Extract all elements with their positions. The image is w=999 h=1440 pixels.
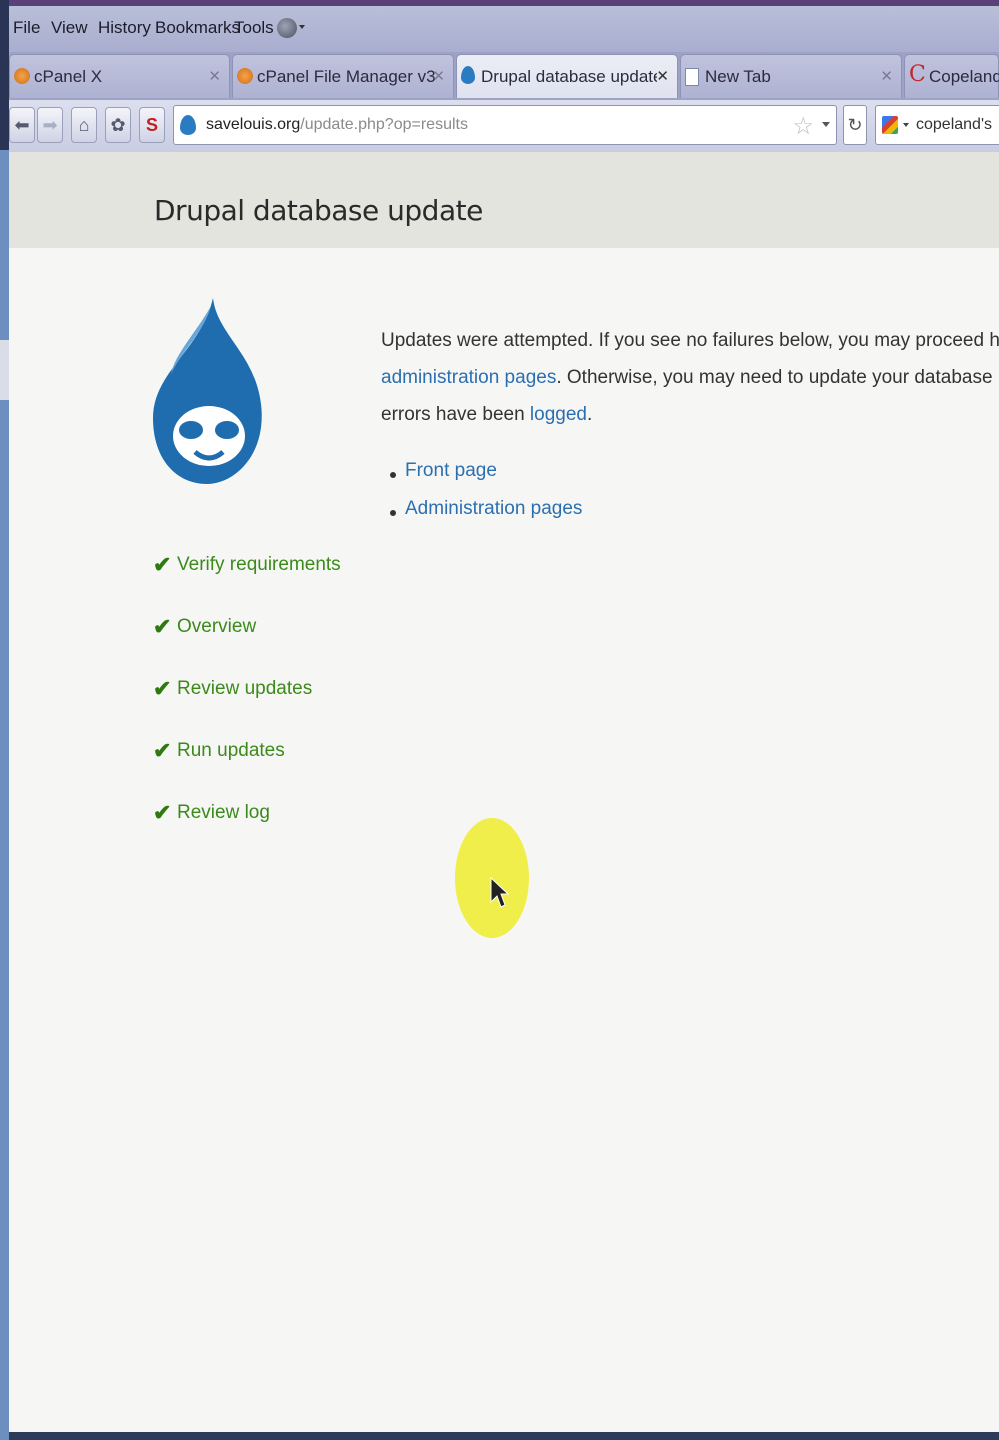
step-label: Review log: [177, 802, 270, 823]
google-icon[interactable]: [882, 116, 898, 134]
desktop-edge-strip: [0, 340, 9, 370]
mouse-pointer-icon: [490, 876, 509, 908]
blank-page-icon: [685, 68, 699, 86]
sj-addon-button[interactable]: S: [139, 107, 165, 143]
check-icon: ✔: [153, 800, 172, 825]
menu-bar: File View History Bookmarks Tools: [9, 6, 999, 52]
check-icon: ✔: [153, 552, 172, 577]
close-icon[interactable]: ✕: [880, 67, 893, 85]
drupal-drop-icon: [461, 66, 475, 84]
forward-button[interactable]: ➡: [37, 107, 63, 143]
menu-bookmarks[interactable]: Bookmarks: [155, 18, 240, 38]
cpanel-icon: [14, 68, 30, 84]
check-icon: ✔: [153, 614, 172, 639]
search-input[interactable]: copeland's: [916, 116, 992, 134]
menu-view[interactable]: View: [51, 18, 88, 38]
home-icon: ⌂: [78, 115, 90, 135]
browser-window: File View History Bookmarks Tools cPanel…: [9, 0, 999, 1440]
close-icon[interactable]: ✕: [208, 67, 221, 85]
tab-label: Drupal database update | ...: [481, 67, 657, 86]
navigation-toolbar: ⬅ ➡ ⌂ ✿ S savelouis.org/update.php?op=re…: [9, 100, 999, 154]
front-page-link[interactable]: Front page: [405, 460, 497, 481]
administration-pages-list-link[interactable]: Administration pages: [405, 498, 582, 519]
addon-dropdown-icon[interactable]: [299, 25, 305, 29]
check-icon: ✔: [153, 738, 172, 763]
menu-file[interactable]: File: [13, 18, 40, 38]
menu-tools[interactable]: Tools: [234, 18, 274, 38]
desktop-edge: [0, 150, 9, 1440]
window-bottom-edge: [9, 1432, 999, 1440]
step-label: Overview: [177, 616, 257, 637]
tab-bar: cPanel X ✕ cPanel File Manager v3 ✕ Drup…: [9, 52, 999, 100]
back-arrow-icon: ⬅: [14, 115, 30, 135]
cpanel-icon: [237, 68, 253, 84]
tab-cpanel-file-manager[interactable]: cPanel File Manager v3 ✕: [232, 54, 454, 98]
page-header: Drupal database update: [9, 152, 999, 248]
home-button[interactable]: ⌂: [71, 107, 97, 143]
message-text: errors have been: [381, 404, 530, 425]
list-item: Administration pages: [385, 498, 582, 536]
update-results-message: Updates were attempted. If you see no fa…: [381, 322, 999, 433]
step-label: Verify requirements: [177, 554, 341, 575]
sj-addon-icon: S: [145, 115, 158, 135]
tab-label: cPanel File Manager v3: [257, 67, 436, 86]
tab-cpanel[interactable]: cPanel X ✕: [9, 54, 230, 98]
administration-pages-link[interactable]: administration pages: [381, 367, 556, 388]
menu-history[interactable]: History: [98, 18, 151, 38]
addon-icon[interactable]: [277, 18, 297, 38]
drupal-drop-icon: [180, 115, 196, 135]
page-title: Drupal database update: [154, 194, 483, 227]
step-label: Run updates: [177, 740, 285, 761]
logged-link[interactable]: logged: [530, 404, 587, 425]
search-engine-dropdown-icon[interactable]: [903, 123, 909, 127]
tab-new-tab[interactable]: New Tab ✕: [680, 54, 902, 98]
message-text: . Otherwise, you may need to update your…: [556, 367, 999, 388]
url-domain: savelouis.org: [206, 116, 301, 133]
reload-icon: ↻: [847, 115, 863, 135]
message-text: Updates were attempted. If you see no fa…: [381, 330, 999, 351]
back-button[interactable]: ⬅: [9, 107, 35, 143]
tab-copelands[interactable]: C Copeland's: [904, 54, 999, 98]
message-text: .: [586, 404, 593, 425]
forward-arrow-icon: ➡: [42, 115, 58, 135]
copeland-c-icon: C: [909, 62, 926, 87]
search-bar[interactable]: copeland's: [875, 105, 999, 145]
addon-button[interactable]: ✿: [105, 107, 131, 143]
tab-label: Copeland's: [929, 67, 999, 86]
close-icon[interactable]: ✕: [656, 67, 669, 85]
address-bar[interactable]: savelouis.org/update.php?op=results ☆: [173, 105, 837, 145]
bookmark-star-icon[interactable]: ☆: [792, 112, 814, 141]
list-item: Front page: [385, 460, 582, 498]
check-icon: ✔: [153, 676, 172, 701]
reload-button[interactable]: ↻: [843, 105, 867, 145]
url-history-dropdown-icon[interactable]: [822, 122, 830, 127]
url-text[interactable]: savelouis.org/update.php?op=results: [206, 116, 468, 134]
tab-label: cPanel X: [34, 67, 103, 86]
result-links: Front page Administration pages: [385, 460, 582, 536]
puzzle-icon: ✿: [110, 115, 126, 135]
desktop-edge-strip: [0, 370, 9, 400]
close-icon[interactable]: ✕: [432, 67, 445, 85]
tab-label: New Tab: [705, 67, 771, 86]
drupal-logo-icon: [153, 298, 262, 484]
step-label: Review updates: [177, 678, 313, 699]
tab-drupal-update[interactable]: Drupal database update | ... ✕: [456, 54, 678, 98]
url-path: /update.php?op=results: [300, 116, 468, 133]
